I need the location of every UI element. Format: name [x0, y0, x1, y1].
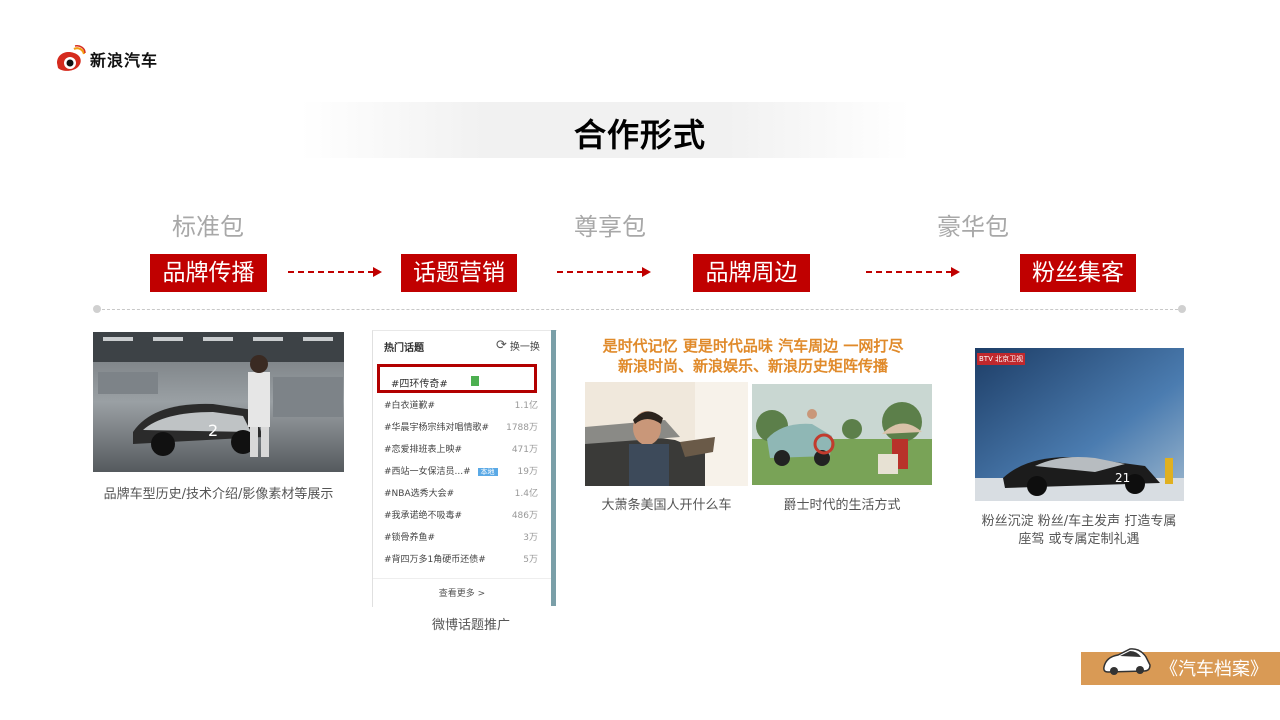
- tier-luxury: 豪华包: [937, 213, 1009, 241]
- panel-scrollbar: [551, 330, 556, 606]
- form-topic-marketing: 话题营销: [401, 254, 517, 292]
- refresh-button[interactable]: ⟳ 换一换: [496, 338, 540, 353]
- merch-caption-1: 大萧条美国人开什么车: [601, 498, 732, 513]
- see-more-link[interactable]: 查看更多 >: [373, 586, 551, 599]
- refresh-label: 换一换: [509, 342, 540, 353]
- fans-caption-1: 粉丝沉淀 粉丝/车主发声 打造专属: [981, 514, 1177, 529]
- brand-spread-caption: 品牌车型历史/技术介绍/影像素材等展示: [103, 487, 334, 502]
- race-car-photo: 2: [93, 332, 344, 472]
- arrow-2: [557, 267, 651, 277]
- topic-row[interactable]: #华晨宇杨宗纬对唱情歌# 1788万: [384, 415, 538, 437]
- arrow-3: [866, 267, 960, 277]
- topic-row[interactable]: #恋爱排班表上映# 471万: [384, 437, 538, 459]
- merch-caption-2: 爵士时代的生活方式: [783, 498, 901, 513]
- tv-channel-logo: BTV 北京卫视: [977, 353, 1026, 365]
- topic-row[interactable]: #我承诺绝不吸毒# 486万: [384, 503, 538, 525]
- svg-text:2: 2: [208, 421, 218, 440]
- brand-logo: 新浪汽车: [54, 44, 158, 74]
- cursor-icon: [471, 376, 479, 386]
- car-icon: [1103, 648, 1151, 675]
- panel-header: 热门话题: [384, 343, 424, 354]
- refresh-icon: ⟳: [496, 338, 507, 353]
- timeline: [97, 309, 1183, 310]
- highlight-topic: #四环传奇#: [391, 379, 448, 390]
- timeline-start-dot: [93, 305, 101, 313]
- form-fan-acquisition: 粉丝集客: [1020, 254, 1136, 292]
- footer-title: 《汽车档案》: [1160, 659, 1268, 680]
- tier-premium: 尊享包: [574, 213, 646, 241]
- vintage-car-photo: [585, 382, 748, 486]
- page-title: 合作形式: [573, 116, 706, 154]
- tv-race-car-photo: 21: [975, 348, 1184, 501]
- svg-text:21: 21: [1115, 471, 1130, 485]
- brand-name: 新浪汽车: [90, 51, 159, 70]
- merch-headline-1: 是时代记忆 更是时代品味 汽车周边 一网打尽: [602, 337, 904, 355]
- topic-row[interactable]: #背四万多1角硬币还债# 5万: [384, 547, 538, 569]
- sina-eye-logo-icon: [57, 45, 86, 71]
- fans-caption-2: 座驾 或专属定制礼遇: [1018, 532, 1140, 547]
- panel-divider: [373, 578, 551, 579]
- topic-row[interactable]: #锁骨养鱼# 3万: [384, 525, 538, 547]
- topic-row[interactable]: #西站一女保洁员...# 本地 19万: [384, 459, 538, 481]
- local-badge: 本地: [477, 467, 498, 476]
- timeline-end-dot: [1178, 305, 1186, 313]
- tier-standard: 标准包: [172, 213, 244, 241]
- topic-row[interactable]: #白衣道歉# 1.1亿: [384, 393, 538, 415]
- topic-row[interactable]: #NBA选秀大会# 1.4亿: [384, 481, 538, 503]
- form-brand-spread: 品牌传播: [150, 254, 267, 292]
- merch-headline-2: 新浪时尚、新浪娱乐、新浪历史矩阵传播: [617, 357, 888, 375]
- arrow-1: [288, 267, 382, 277]
- form-brand-merch: 品牌周边: [693, 254, 810, 292]
- jazz-age-photo: [752, 384, 932, 485]
- topic-caption: 微博话题推广: [431, 618, 510, 633]
